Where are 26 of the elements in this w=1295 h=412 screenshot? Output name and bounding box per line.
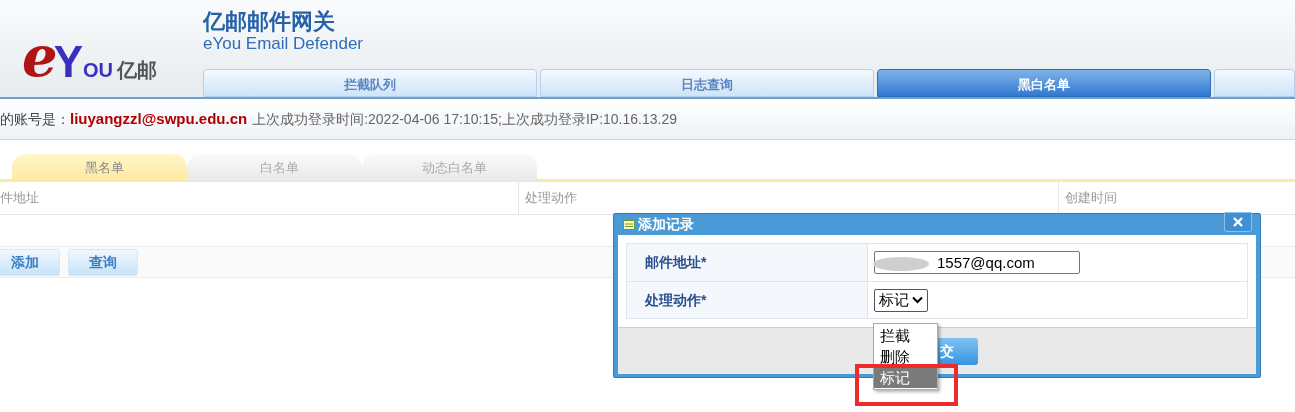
list-tab[interactable]: 动态白名单 bbox=[362, 154, 537, 182]
nav-tab[interactable]: 日志查询 bbox=[540, 69, 874, 97]
close-button[interactable] bbox=[1224, 211, 1252, 232]
account-email: liuyangzzl@swpu.edu.cn bbox=[70, 108, 248, 129]
column-header: 件地址 bbox=[0, 189, 40, 208]
action-button[interactable]: 添加 bbox=[0, 248, 60, 276]
email-field[interactable]: 1557@qq.com bbox=[874, 251, 1080, 274]
logo: eYOU 亿邮 bbox=[22, 22, 158, 84]
account-label: 的账号是： bbox=[0, 109, 70, 129]
dropdown-option[interactable]: 标记 bbox=[874, 367, 937, 388]
list-tab[interactable]: 黑名单 bbox=[12, 154, 187, 182]
field-label: 处理动作* bbox=[627, 282, 867, 318]
app-subtitle: eYou Email Defender bbox=[203, 34, 365, 54]
close-icon bbox=[1233, 216, 1243, 227]
app-title: 亿邮邮件网关 bbox=[203, 8, 336, 34]
chevron-icon bbox=[912, 296, 923, 304]
nav-tab[interactable]: 拦截队列 bbox=[203, 69, 537, 97]
list-tab[interactable]: 白名单 bbox=[187, 154, 362, 182]
dialog-title: 添加记录 bbox=[638, 215, 694, 234]
action-button[interactable]: 查询 bbox=[68, 248, 138, 276]
action-select[interactable]: 标记 bbox=[874, 288, 928, 312]
login-details: 上次成功登录时间:2022-04-06 17:10:15;上次成功登录IP:10.16.13.29 bbox=[252, 109, 677, 129]
blurred-smudge bbox=[872, 256, 930, 272]
nav-tab[interactable]: 黑白名单 bbox=[877, 69, 1211, 97]
field-label: 邮件地址* bbox=[627, 244, 867, 281]
window-icon bbox=[623, 219, 635, 230]
